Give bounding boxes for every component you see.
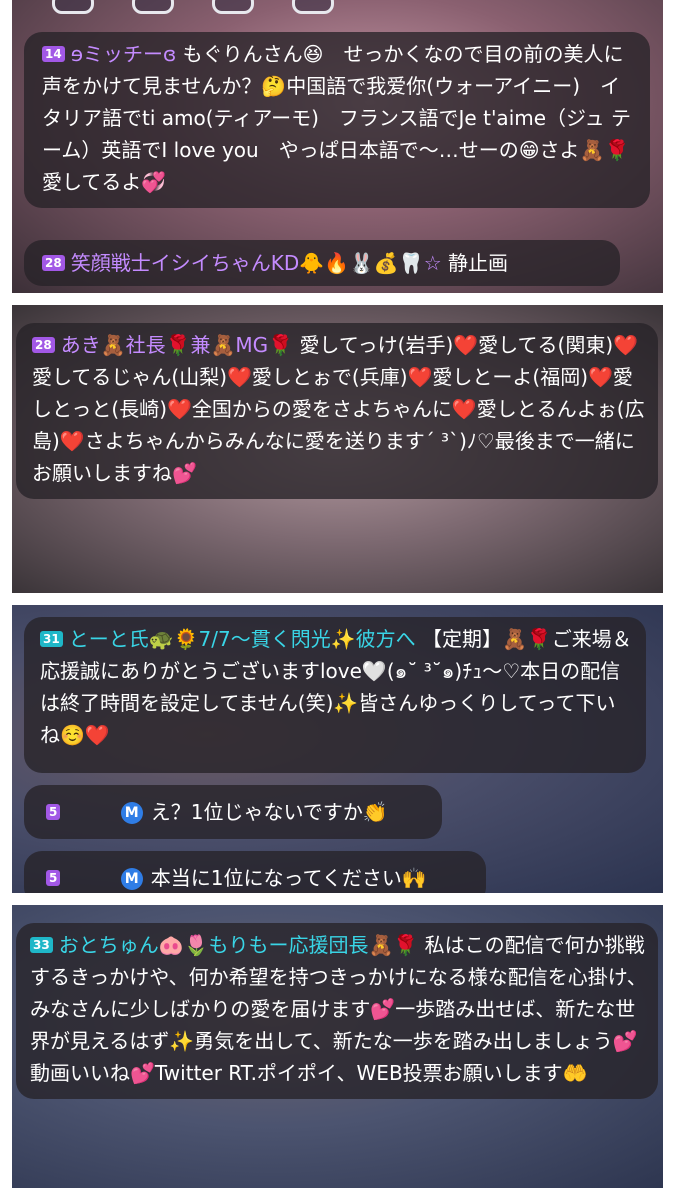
comment-text: 本当に1位になってください🙌 xyxy=(150,866,427,890)
level-badge: 5 xyxy=(46,870,61,886)
gift-icons-row xyxy=(52,0,372,18)
level-badge: 14 xyxy=(42,46,65,62)
level-badge: 31 xyxy=(40,631,63,647)
chat-comment: 28 あき🧸社長🌹兼🧸MG🌹 愛してっけ(岩手)❤️愛してる(関東)❤️愛してるじ… xyxy=(16,323,658,499)
chat-comment: 31 とーと氏🐢🌻7/7〜貫く閃光✨彼方へ 【定期】🧸🌹ご来場＆応援誠にありがとう… xyxy=(24,617,646,773)
comment-username[interactable]: 笑顔戦士イシイちゃんKD🐥🔥🐰💰🦷☆ xyxy=(71,251,442,275)
comment-username[interactable]: あき🧸社長🌹兼🧸MG🌹 xyxy=(61,333,293,357)
chat-comment: 28 笑顔戦士イシイちゃんKD🐥🔥🐰💰🦷☆ 静止画 xyxy=(24,240,620,286)
gift-icon[interactable] xyxy=(132,0,174,14)
comment-username[interactable]: ɘミッチーɞ xyxy=(71,42,177,66)
gift-icon[interactable] xyxy=(292,0,334,14)
gift-icon[interactable] xyxy=(212,0,254,14)
gift-icon[interactable] xyxy=(52,0,94,14)
chat-comment: 14 ɘミッチーɞ もぐりんさん😆 せっかくなので目の前の美人に声をかけて見ません… xyxy=(24,32,650,208)
comment-text: え？1位じゃないですか👏 xyxy=(150,800,388,824)
level-badge: 5 xyxy=(46,804,61,820)
level-badge: 28 xyxy=(42,255,65,271)
screenshot-panel-4: 33 おとちゅん🐽🌷もりもー応援団長🧸🌹 私はこの配信で何か挑戦するきっかけや、何… xyxy=(12,905,663,1188)
level-badge: 33 xyxy=(30,937,53,953)
comment-username[interactable]: とーと氏🐢🌻7/7〜貫く閃光✨彼方へ xyxy=(69,627,416,651)
moderator-icon: M xyxy=(120,868,143,890)
level-badge: 28 xyxy=(32,337,55,353)
chat-comment: 33 おとちゅん🐽🌷もりもー応援団長🧸🌹 私はこの配信で何か挑戦するきっかけや、何… xyxy=(16,923,658,1099)
chat-comment: 5 M 本当に1位になってください🙌 xyxy=(24,851,486,893)
screenshot-panel-2: 28 あき🧸社長🌹兼🧸MG🌹 愛してっけ(岩手)❤️愛してる(関東)❤️愛してるじ… xyxy=(12,305,663,593)
comment-username[interactable]: おとちゅん🐽🌷もりもー応援団長🧸🌹 xyxy=(59,933,419,957)
moderator-icon: M xyxy=(120,802,143,824)
screenshot-panel-1: 14 ɘミッチーɞ もぐりんさん😆 せっかくなので目の前の美人に声をかけて見ません… xyxy=(12,0,663,293)
comment-text: 静止画 xyxy=(448,251,509,275)
chat-comment: 5 M え？1位じゃないですか👏 xyxy=(24,785,442,839)
screenshot-panel-3: 31 とーと氏🐢🌻7/7〜貫く閃光✨彼方へ 【定期】🧸🌹ご来場＆応援誠にありがとう… xyxy=(12,605,663,893)
